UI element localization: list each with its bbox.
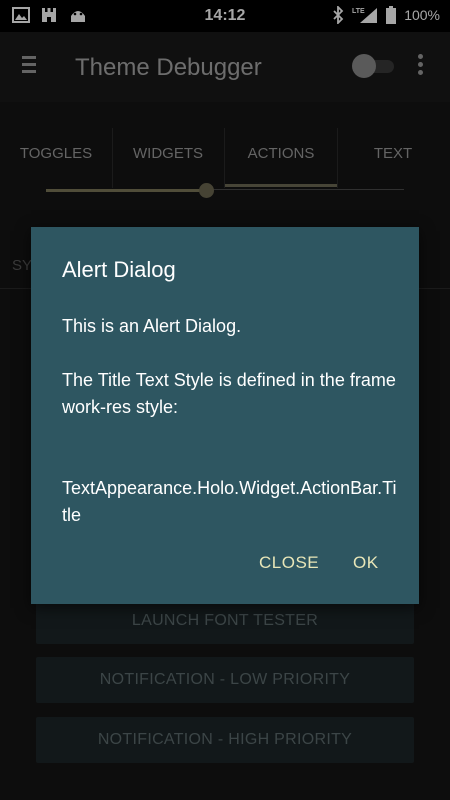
close-button[interactable]: CLOSE <box>259 553 319 573</box>
dialog-message: This is an Alert Dialog. The Title Text … <box>62 316 397 525</box>
alert-dialog: Alert Dialog This is an Alert Dialog. Th… <box>31 227 419 604</box>
ok-button[interactable]: OK <box>353 553 379 573</box>
dialog-title: Alert Dialog <box>62 257 176 282</box>
